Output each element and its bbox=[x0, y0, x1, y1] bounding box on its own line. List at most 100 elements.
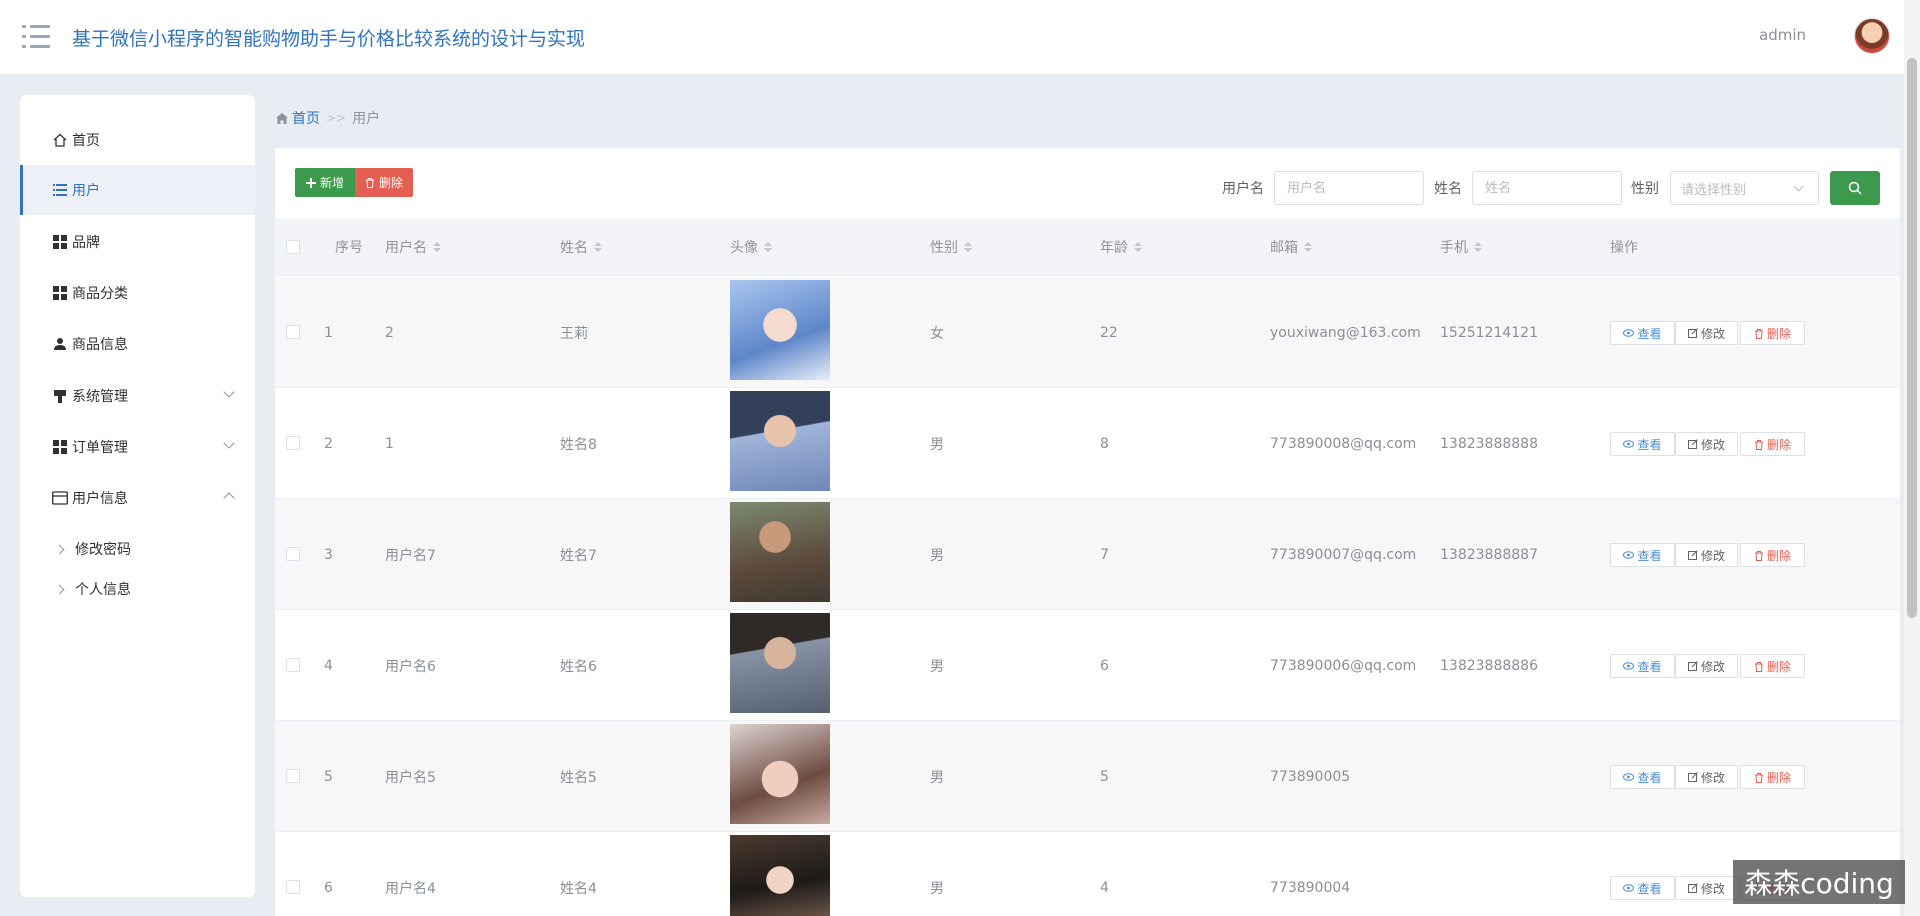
column-index: 序号 bbox=[335, 218, 363, 276]
cell-phone: 13823888886 bbox=[1440, 657, 1538, 674]
edit-button[interactable]: 修改 bbox=[1675, 765, 1738, 789]
sidebar-subitem-label: 修改密码 bbox=[75, 542, 131, 558]
cell-email: 773890007@qq.com bbox=[1270, 546, 1417, 563]
row-checkbox[interactable] bbox=[286, 658, 300, 672]
view-button[interactable]: 查看 bbox=[1610, 321, 1675, 345]
cell-username: 用户名7 bbox=[385, 547, 436, 564]
cell-email: 773890004 bbox=[1270, 879, 1351, 896]
grid-icon bbox=[52, 439, 68, 455]
sidebar-item-system[interactable]: 系统管理 bbox=[20, 371, 255, 421]
delete-button[interactable]: 删除 bbox=[1740, 321, 1805, 345]
sidebar-item-brand[interactable]: 品牌 bbox=[20, 217, 255, 267]
column-age[interactable]: 年龄 bbox=[1100, 218, 1142, 276]
sort-icon[interactable] bbox=[764, 242, 772, 252]
edit-button-label: 修改 bbox=[1700, 770, 1725, 785]
delete-button[interactable]: 删除 bbox=[1740, 765, 1805, 789]
cell-username: 用户名6 bbox=[385, 658, 436, 675]
sort-icon[interactable] bbox=[1304, 242, 1312, 252]
edit-button[interactable]: 修改 bbox=[1675, 432, 1738, 456]
scrollbar-thumb[interactable] bbox=[1907, 58, 1917, 618]
edit-icon bbox=[1687, 772, 1698, 782]
chevron-right-icon bbox=[54, 584, 65, 594]
sidebar-subitem-change-password[interactable]: 修改密码 bbox=[20, 529, 255, 569]
column-label: 序号 bbox=[335, 240, 363, 256]
man-selfie-avatar[interactable] bbox=[730, 613, 830, 713]
sidebar-item-label: 首页 bbox=[72, 133, 100, 149]
view-button[interactable]: 查看 bbox=[1610, 876, 1675, 900]
sidebar: 首页 用户 品牌 商品分类 商品信息 系统管理 订单管理 用户信息 修改密码 个… bbox=[20, 95, 255, 897]
batch-delete-button[interactable]: 删除 bbox=[355, 168, 413, 197]
add-button[interactable]: 新增 bbox=[295, 168, 355, 197]
eye-icon bbox=[1623, 662, 1635, 670]
edit-button[interactable]: 修改 bbox=[1675, 543, 1738, 567]
cell-name: 姓名6 bbox=[560, 658, 597, 675]
column-label: 姓名 bbox=[560, 240, 588, 256]
row-checkbox[interactable] bbox=[286, 436, 300, 450]
cell-gender: 男 bbox=[930, 769, 944, 786]
column-name[interactable]: 姓名 bbox=[560, 218, 602, 276]
anime-girl-avatar[interactable] bbox=[730, 280, 830, 380]
delete-button[interactable]: 删除 bbox=[1740, 543, 1805, 567]
breadcrumb-home[interactable]: 首页 bbox=[276, 108, 320, 128]
sidebar-item-users[interactable]: 用户 bbox=[20, 165, 255, 215]
sort-icon[interactable] bbox=[1474, 242, 1482, 252]
delete-button[interactable]: 删除 bbox=[1740, 432, 1805, 456]
man-photo-avatar[interactable] bbox=[730, 502, 830, 602]
table-row: 6用户名4姓名4男4773890004查看修改删除 bbox=[275, 832, 1900, 916]
sidebar-item-product[interactable]: 商品信息 bbox=[20, 319, 255, 369]
column-avatar[interactable]: 头像 bbox=[730, 218, 772, 276]
column-username[interactable]: 用户名 bbox=[385, 218, 441, 276]
delete-button[interactable]: 删除 bbox=[1740, 654, 1805, 678]
woman-photo-avatar[interactable] bbox=[730, 391, 830, 491]
sidebar-item-category[interactable]: 商品分类 bbox=[20, 268, 255, 318]
woman-room-avatar[interactable] bbox=[730, 835, 830, 916]
row-checkbox[interactable] bbox=[286, 547, 300, 561]
view-button[interactable]: 查看 bbox=[1610, 432, 1675, 456]
column-phone[interactable]: 手机 bbox=[1440, 218, 1482, 276]
cell-phone: 13823888887 bbox=[1440, 546, 1538, 563]
sidebar-item-userinfo[interactable]: 用户信息 bbox=[20, 473, 255, 523]
sort-icon[interactable] bbox=[433, 242, 441, 252]
username-filter-input[interactable] bbox=[1274, 171, 1424, 205]
sort-icon[interactable] bbox=[1134, 242, 1142, 252]
edit-button[interactable]: 修改 bbox=[1675, 654, 1738, 678]
table-row: 1 2 王莉 女 22 youxiwang@163.com 15251214121 查看 修改 删… bbox=[275, 277, 1900, 388]
column-gender[interactable]: 性别 bbox=[930, 218, 972, 276]
view-button[interactable]: 查看 bbox=[1610, 765, 1675, 789]
column-label: 性别 bbox=[930, 240, 958, 256]
sidebar-subitem-profile[interactable]: 个人信息 bbox=[20, 569, 255, 609]
row-checkbox[interactable] bbox=[286, 769, 300, 783]
cell-index: 4 bbox=[324, 657, 333, 674]
view-button[interactable]: 查看 bbox=[1610, 543, 1675, 567]
cell-age: 7 bbox=[1100, 546, 1109, 563]
column-email[interactable]: 邮箱 bbox=[1270, 218, 1312, 276]
sidebar-item-orders[interactable]: 订单管理 bbox=[20, 422, 255, 472]
name-filter-input[interactable] bbox=[1472, 171, 1622, 205]
edit-button[interactable]: 修改 bbox=[1675, 321, 1738, 345]
list-icon bbox=[52, 182, 68, 198]
row-checkbox[interactable] bbox=[286, 880, 300, 894]
view-button-label: 查看 bbox=[1637, 770, 1662, 785]
sidebar-item-home[interactable]: 首页 bbox=[20, 115, 255, 165]
person-icon bbox=[52, 336, 68, 352]
table-row: 5 用户名5 姓名5 男 5 773890005 查看 修改 删除 bbox=[275, 721, 1900, 832]
gender-filter-select[interactable]: 请选择性别 bbox=[1670, 171, 1819, 205]
select-all-checkbox[interactable] bbox=[286, 240, 300, 254]
page-scrollbar[interactable] bbox=[1904, 0, 1920, 916]
grid-icon bbox=[52, 285, 68, 301]
woman-glasses-avatar[interactable] bbox=[730, 724, 830, 824]
view-button[interactable]: 查看 bbox=[1610, 654, 1675, 678]
row-checkbox[interactable] bbox=[286, 325, 300, 339]
search-button[interactable] bbox=[1830, 171, 1880, 205]
edit-icon bbox=[1687, 328, 1698, 338]
menu-toggle-icon[interactable] bbox=[22, 25, 50, 49]
user-name[interactable]: admin bbox=[1759, 26, 1806, 44]
edit-button[interactable]: 修改 bbox=[1675, 876, 1738, 900]
cell-name: 姓名5 bbox=[560, 769, 597, 786]
eye-icon bbox=[1623, 773, 1635, 781]
cell-username: 用户名5 bbox=[385, 769, 436, 786]
sort-icon[interactable] bbox=[964, 242, 972, 252]
sidebar-item-label: 订单管理 bbox=[72, 440, 128, 456]
sort-icon[interactable] bbox=[594, 242, 602, 252]
avatar[interactable] bbox=[1854, 18, 1890, 54]
